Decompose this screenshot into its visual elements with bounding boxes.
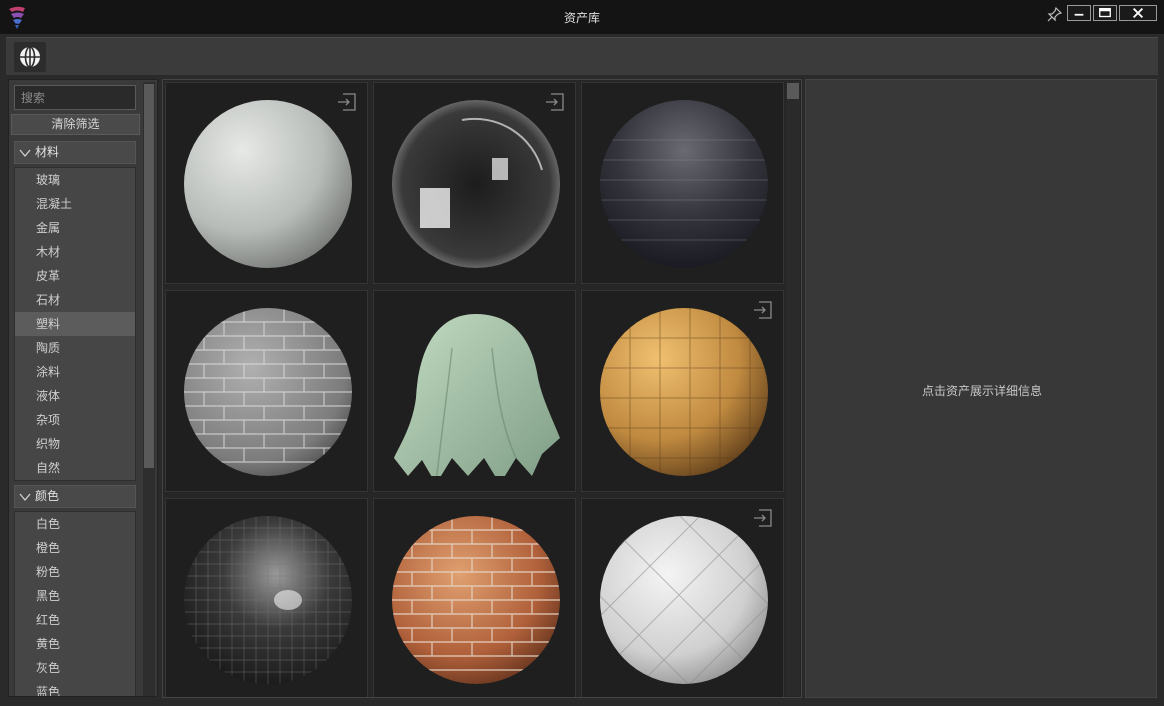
list-item[interactable]: 木材 [15, 240, 135, 264]
list-item[interactable]: 涂料 [15, 360, 135, 384]
material-preview [184, 516, 352, 684]
grid-scrollbar-thumb[interactable] [787, 83, 799, 99]
list-item[interactable]: 液体 [15, 384, 135, 408]
material-preview [600, 100, 768, 268]
list-item[interactable]: 自然 [15, 456, 135, 480]
window-title: 资产库 [563, 11, 600, 25]
minimize-button[interactable] [1067, 5, 1091, 21]
asset-tile-water[interactable] [581, 82, 784, 284]
material-preview [600, 516, 768, 684]
asset-tile-white-tile[interactable] [581, 498, 784, 697]
search-input[interactable] [14, 85, 136, 110]
list-item[interactable]: 混凝土 [15, 192, 135, 216]
chevron-down-icon [19, 149, 31, 158]
asset-tile-cloth[interactable] [373, 290, 576, 492]
list-item[interactable]: 玻璃 [15, 168, 135, 192]
group-header-materials[interactable]: 材料 [14, 141, 136, 164]
pin-icon[interactable] [1047, 6, 1063, 22]
list-item-selected[interactable]: 塑料 [15, 312, 135, 336]
material-preview [600, 308, 768, 476]
list-item[interactable]: 黑色 [15, 584, 135, 608]
material-preview [394, 314, 560, 476]
group-header-colors[interactable]: 颜色 [14, 485, 136, 508]
clear-filter-button[interactable]: 清除筛选 [11, 114, 140, 135]
list-item[interactable]: 织物 [15, 432, 135, 456]
filter-sidebar: 清除筛选 材料 玻璃 混凝土 金属 木材 皮革 石材 塑料 陶质 涂料 液体 杂… [8, 79, 158, 697]
list-item[interactable]: 蓝色 [15, 680, 135, 696]
close-button[interactable] [1119, 5, 1157, 21]
list-item[interactable]: 金属 [15, 216, 135, 240]
sidebar-scrollbar-thumb[interactable] [144, 84, 154, 468]
material-preview [392, 100, 560, 268]
detail-hint-text: 点击资产展示详细信息 [921, 384, 1042, 398]
materials-list: 玻璃 混凝土 金属 木材 皮革 石材 塑料 陶质 涂料 液体 杂项 织物 自然 [14, 167, 136, 481]
group-label: 材料 [35, 145, 60, 159]
list-item[interactable]: 皮革 [15, 264, 135, 288]
asset-tile-wood-tile[interactable] [581, 290, 784, 492]
close-icon [1132, 7, 1144, 19]
globe-icon [20, 46, 40, 68]
detail-panel: 点击资产展示详细信息 [805, 79, 1157, 698]
title-bar: 资产库 [0, 0, 1164, 34]
material-preview [392, 516, 560, 684]
grid-scrollbar[interactable] [786, 81, 800, 696]
minimize-icon [1074, 13, 1084, 16]
list-item[interactable]: 橙色 [15, 536, 135, 560]
asset-tile-plaster[interactable] [165, 82, 368, 284]
list-item[interactable]: 黄色 [15, 632, 135, 656]
maximize-icon [1099, 7, 1111, 18]
asset-tile-gray-brick[interactable] [165, 290, 368, 492]
maximize-button[interactable] [1093, 5, 1117, 21]
list-item[interactable]: 白色 [15, 512, 135, 536]
list-item[interactable]: 粉色 [15, 560, 135, 584]
material-preview [184, 100, 352, 268]
list-item[interactable]: 杂项 [15, 408, 135, 432]
group-label: 颜色 [35, 489, 60, 503]
list-item[interactable]: 陶质 [15, 336, 135, 360]
list-item[interactable]: 灰色 [15, 656, 135, 680]
material-preview [184, 308, 352, 476]
list-item[interactable]: 石材 [15, 288, 135, 312]
list-item[interactable]: 红色 [15, 608, 135, 632]
globe-button[interactable] [14, 42, 46, 72]
asset-tile-dark-tile[interactable] [165, 498, 368, 697]
chevron-down-icon [19, 493, 31, 502]
asset-grid [162, 79, 802, 698]
toolbar [6, 37, 1158, 75]
colors-list: 白色 橙色 粉色 黑色 红色 黄色 灰色 蓝色 [14, 511, 136, 696]
sidebar-scrollbar[interactable] [143, 82, 155, 696]
asset-tile-glass[interactable] [373, 82, 576, 284]
asset-tile-red-brick[interactable] [373, 498, 576, 697]
